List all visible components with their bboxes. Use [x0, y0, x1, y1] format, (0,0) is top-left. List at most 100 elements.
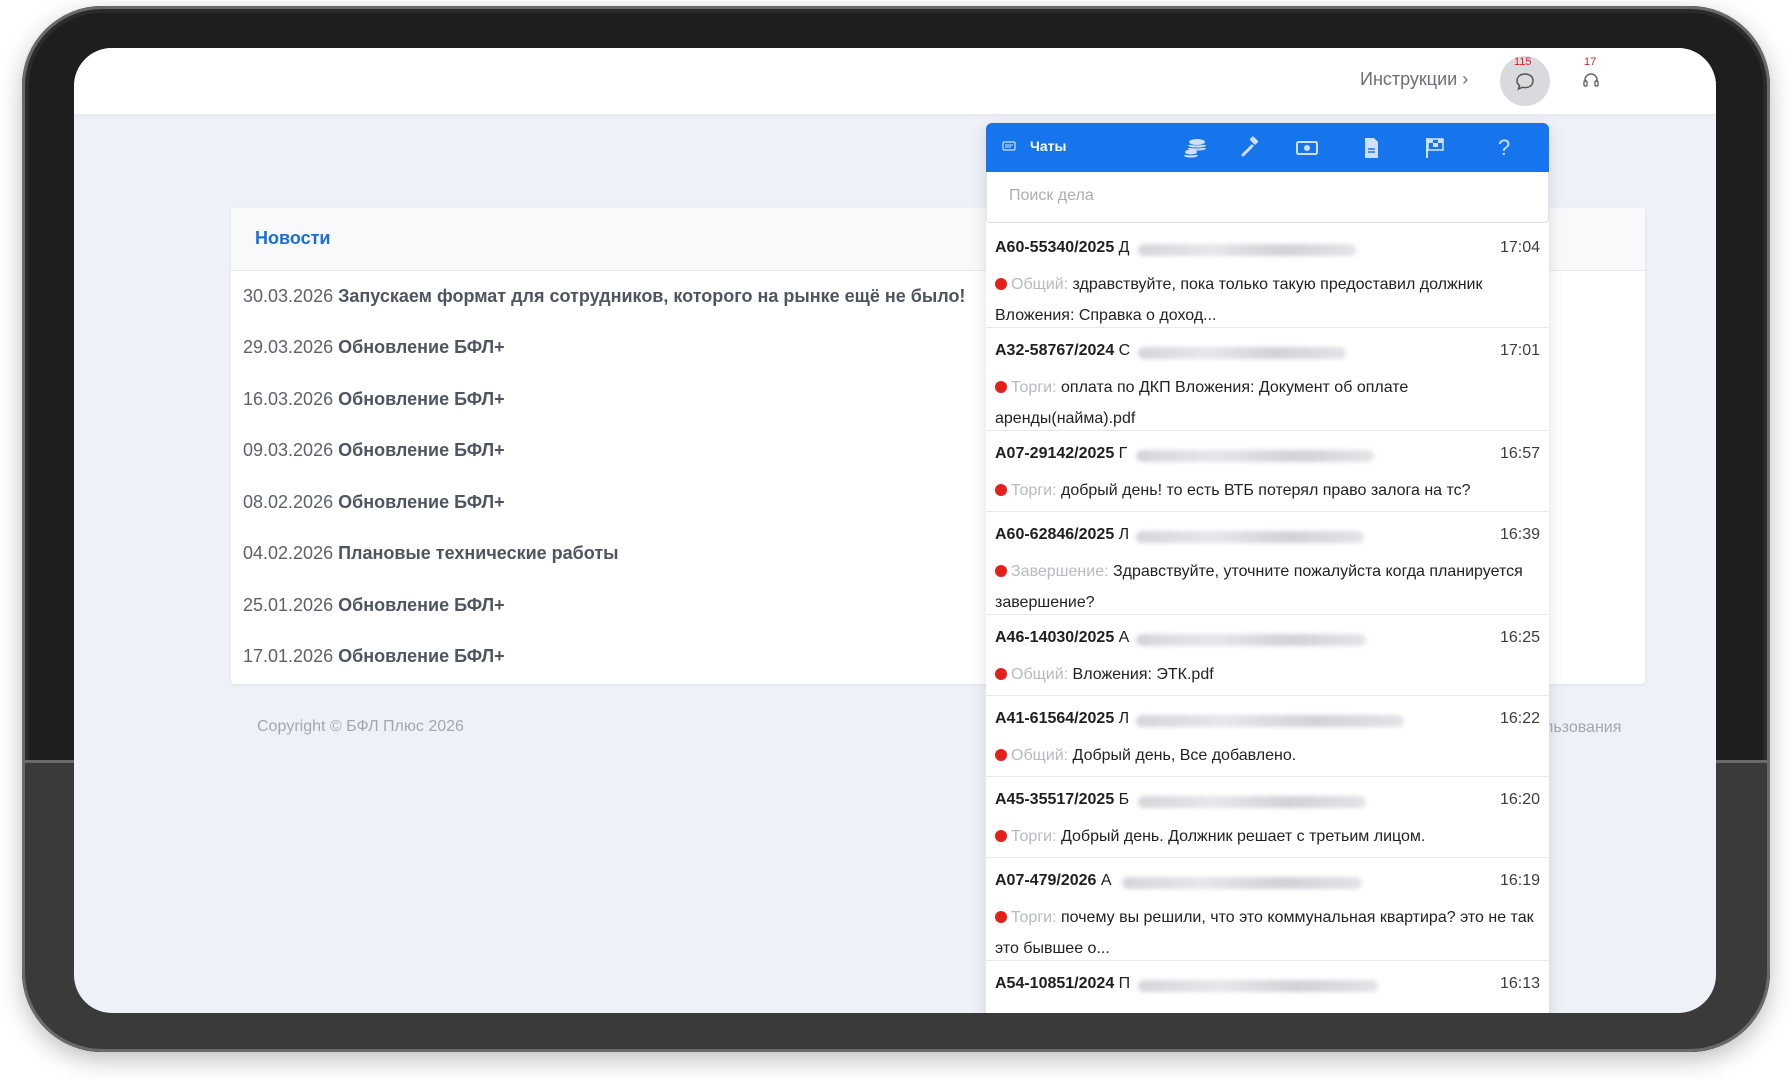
- message-preview: Общий: Добрый день, Все добавлено.: [995, 740, 1535, 771]
- message-time: 16:19: [1499, 872, 1540, 889]
- debtor-initial: А: [1100, 872, 1112, 889]
- redacted-name: [1122, 877, 1362, 889]
- news-title-link[interactable]: Обновление БФЛ+: [338, 389, 505, 409]
- debtor-initial: С: [1118, 342, 1131, 359]
- news-title-link[interactable]: Обновление БФЛ+: [338, 337, 505, 357]
- document-icon[interactable]: [1358, 135, 1384, 161]
- chat-list-item[interactable]: А07-479/2026 А 16:19 Торги: почему вы ре…: [986, 858, 1549, 961]
- news-item[interactable]: 16.03.2026 Обновление БФЛ+: [243, 389, 505, 410]
- news-title-link[interactable]: Обновление БФЛ+: [338, 646, 505, 666]
- case-number: А07-479/2026 А: [995, 872, 1112, 890]
- chevron-right-icon: ›: [1462, 69, 1469, 89]
- unread-dot-icon: [995, 381, 1007, 393]
- banknote-icon[interactable]: [1294, 135, 1320, 161]
- unread-dot-icon: [995, 484, 1007, 496]
- chats-badge: 115: [1514, 56, 1532, 68]
- news-item[interactable]: 09.03.2026 Обновление БФЛ+: [243, 440, 505, 461]
- message-category: Торги:: [1011, 482, 1057, 499]
- chat-list-item[interactable]: А41-61564/2025 Л 16:22 Общий: Добрый ден…: [986, 696, 1549, 777]
- chat-list-icon: [1002, 141, 1016, 151]
- debtor-initial: Б: [1118, 791, 1130, 808]
- message-time: 16:13: [1499, 975, 1540, 992]
- chats-button[interactable]: 115: [1500, 56, 1550, 106]
- case-number: А54-10851/2024 П: [995, 975, 1130, 993]
- unread-dot-icon: [995, 749, 1007, 761]
- news-item[interactable]: 17.01.2026 Обновление БФЛ+: [243, 646, 505, 667]
- chat-header: Чаты ?: [986, 123, 1549, 172]
- chat-list-item[interactable]: А60-62846/2025 Л 16:39 Завершение: Здрав…: [986, 512, 1549, 615]
- news-title-link[interactable]: Обновление БФЛ+: [338, 492, 505, 512]
- redacted-name: [1138, 980, 1378, 992]
- message-preview: Общий: Вложения: ЭТК.pdf: [995, 659, 1535, 690]
- news-title: Новости: [255, 228, 331, 248]
- unread-dot-icon: [995, 830, 1007, 842]
- instructions-link[interactable]: Инструкции ›: [1360, 69, 1468, 90]
- news-date: 25.01.2026: [243, 595, 334, 615]
- case-search: [986, 172, 1549, 223]
- case-number: А60-62846/2025 Л: [995, 526, 1129, 544]
- message-preview: Завершение: Здравствуйте, уточните пожал…: [995, 556, 1535, 618]
- news-date: 16.03.2026: [243, 389, 334, 409]
- message-category: Общий:: [1011, 747, 1069, 764]
- finish-flag-icon[interactable]: [1422, 135, 1448, 161]
- copyright: Copyright © БФЛ Плюс 2026: [257, 718, 464, 735]
- redacted-name: [1138, 347, 1346, 359]
- coins-icon[interactable]: [1182, 135, 1208, 161]
- case-number-text: А46-14030/2025: [995, 629, 1115, 646]
- news-title-link[interactable]: Запускаем формат для сотрудников, которо…: [338, 286, 965, 306]
- redacted-name: [1138, 244, 1356, 256]
- news-item[interactable]: 30.03.2026 Запускаем формат для сотрудни…: [243, 286, 965, 307]
- message-category: Торги:: [1011, 909, 1057, 926]
- case-number: А45-35517/2025 Б: [995, 791, 1129, 809]
- headset-icon[interactable]: [1582, 72, 1600, 90]
- news-title-link[interactable]: Плановые технические работы: [338, 543, 618, 563]
- news-date: 08.02.2026: [243, 492, 334, 512]
- debtor-initial: Д: [1118, 239, 1130, 256]
- news-item[interactable]: 04.02.2026 Плановые технические работы: [243, 543, 619, 564]
- news-item[interactable]: 08.02.2026 Обновление БФЛ+: [243, 492, 505, 513]
- chat-list-item[interactable]: А60-55340/2025 Д 17:04 Общий: здравствуй…: [986, 225, 1549, 328]
- message-category: Завершение:: [1011, 563, 1109, 580]
- news-date: 17.01.2026: [243, 646, 334, 666]
- chat-list-item[interactable]: А07-29142/2025 Г 16:57 Торги: добрый ден…: [986, 431, 1549, 512]
- message-text: Добрый день, Все добавлено.: [1072, 747, 1297, 764]
- message-text: почему вы решили, что это коммунальная к…: [995, 909, 1534, 957]
- unread-dot-icon: [995, 911, 1007, 923]
- news-date: 09.03.2026: [243, 440, 334, 460]
- chat-list-item[interactable]: А46-14030/2025 А 16:25 Общий: Вложения: …: [986, 615, 1549, 696]
- message-preview: Торги: Добрый день. Должник решает с тре…: [995, 821, 1535, 852]
- message-category: Общий:: [1011, 666, 1069, 683]
- message-time: 16:22: [1499, 710, 1540, 727]
- chat-list-item[interactable]: А54-10851/2024 П 16:13: [986, 961, 1549, 1013]
- unread-dot-icon: [995, 565, 1007, 577]
- chat-list-item[interactable]: А32-58767/2024 С 17:01 Торги: оплата по …: [986, 328, 1549, 431]
- screen: Инструкции › 115 17 Новости 30.03.2026 З…: [74, 48, 1716, 1013]
- news-item[interactable]: 25.01.2026 Обновление БФЛ+: [243, 595, 505, 616]
- message-text: Добрый день. Должник решает с третьим ли…: [1061, 828, 1426, 845]
- case-search-input[interactable]: [1007, 186, 1511, 206]
- news-item[interactable]: 29.03.2026 Обновление БФЛ+: [243, 337, 505, 358]
- chat-list-item[interactable]: А45-35517/2025 Б 16:20 Торги: Добрый ден…: [986, 777, 1549, 858]
- news-date: 29.03.2026: [243, 337, 334, 357]
- debtor-initial: П: [1118, 975, 1131, 992]
- news-title-link[interactable]: Обновление БФЛ+: [338, 595, 505, 615]
- news-title-link[interactable]: Обновление БФЛ+: [338, 440, 505, 460]
- redacted-name: [1138, 796, 1366, 808]
- message-time: 16:25: [1499, 629, 1540, 646]
- gavel-icon[interactable]: [1238, 135, 1264, 161]
- redacted-name: [1136, 715, 1404, 727]
- chat-bubble-icon: [1516, 73, 1534, 91]
- support-badge: 17: [1584, 56, 1597, 68]
- message-text: здравствуйте, пока только такую предоста…: [995, 276, 1483, 324]
- terms-link[interactable]: льзования: [1544, 719, 1621, 737]
- message-preview: Торги: добрый день! то есть ВТБ потерял …: [995, 475, 1535, 506]
- debtor-initial: А: [1118, 629, 1130, 646]
- help-icon[interactable]: ?: [1498, 135, 1510, 161]
- message-text: добрый день! то есть ВТБ потерял право з…: [1061, 482, 1471, 499]
- case-number: А41-61564/2025 Л: [995, 710, 1129, 728]
- message-preview: Торги: оплата по ДКП Вложения: Документ …: [995, 372, 1535, 434]
- case-number-text: А32-58767/2024: [995, 342, 1115, 359]
- case-number: А32-58767/2024 С: [995, 342, 1130, 360]
- case-number-text: А41-61564/2025: [995, 710, 1115, 727]
- instructions-label: Инструкции: [1360, 69, 1458, 89]
